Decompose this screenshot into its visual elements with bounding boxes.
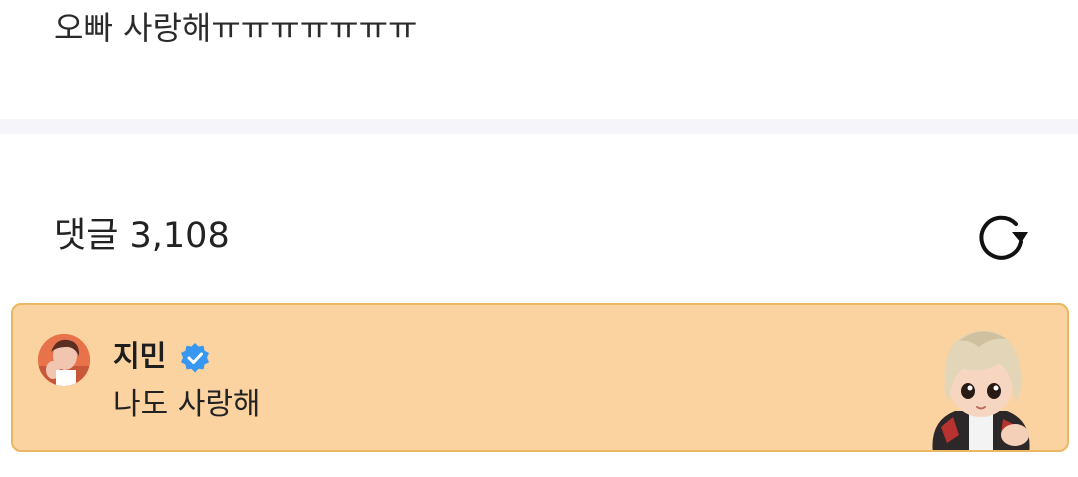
comment-text: 나도 사랑해: [113, 387, 261, 422]
avatar[interactable]: [38, 334, 90, 386]
comments-count-header: 댓글 3,108: [54, 216, 230, 256]
section-divider: [0, 119, 1078, 134]
post-text: 오빠 사랑해ㅠㅠㅠㅠㅠㅠㅠ: [54, 9, 418, 47]
character-sticker: [932, 330, 1030, 450]
refresh-icon: [979, 215, 1028, 260]
verified-badge-icon: [181, 343, 209, 373]
refresh-button[interactable]: [972, 208, 1030, 264]
highlighted-comment-card[interactable]: 지민 나도 사랑해: [11, 303, 1069, 452]
comment-author-name[interactable]: 지민: [113, 337, 166, 375]
